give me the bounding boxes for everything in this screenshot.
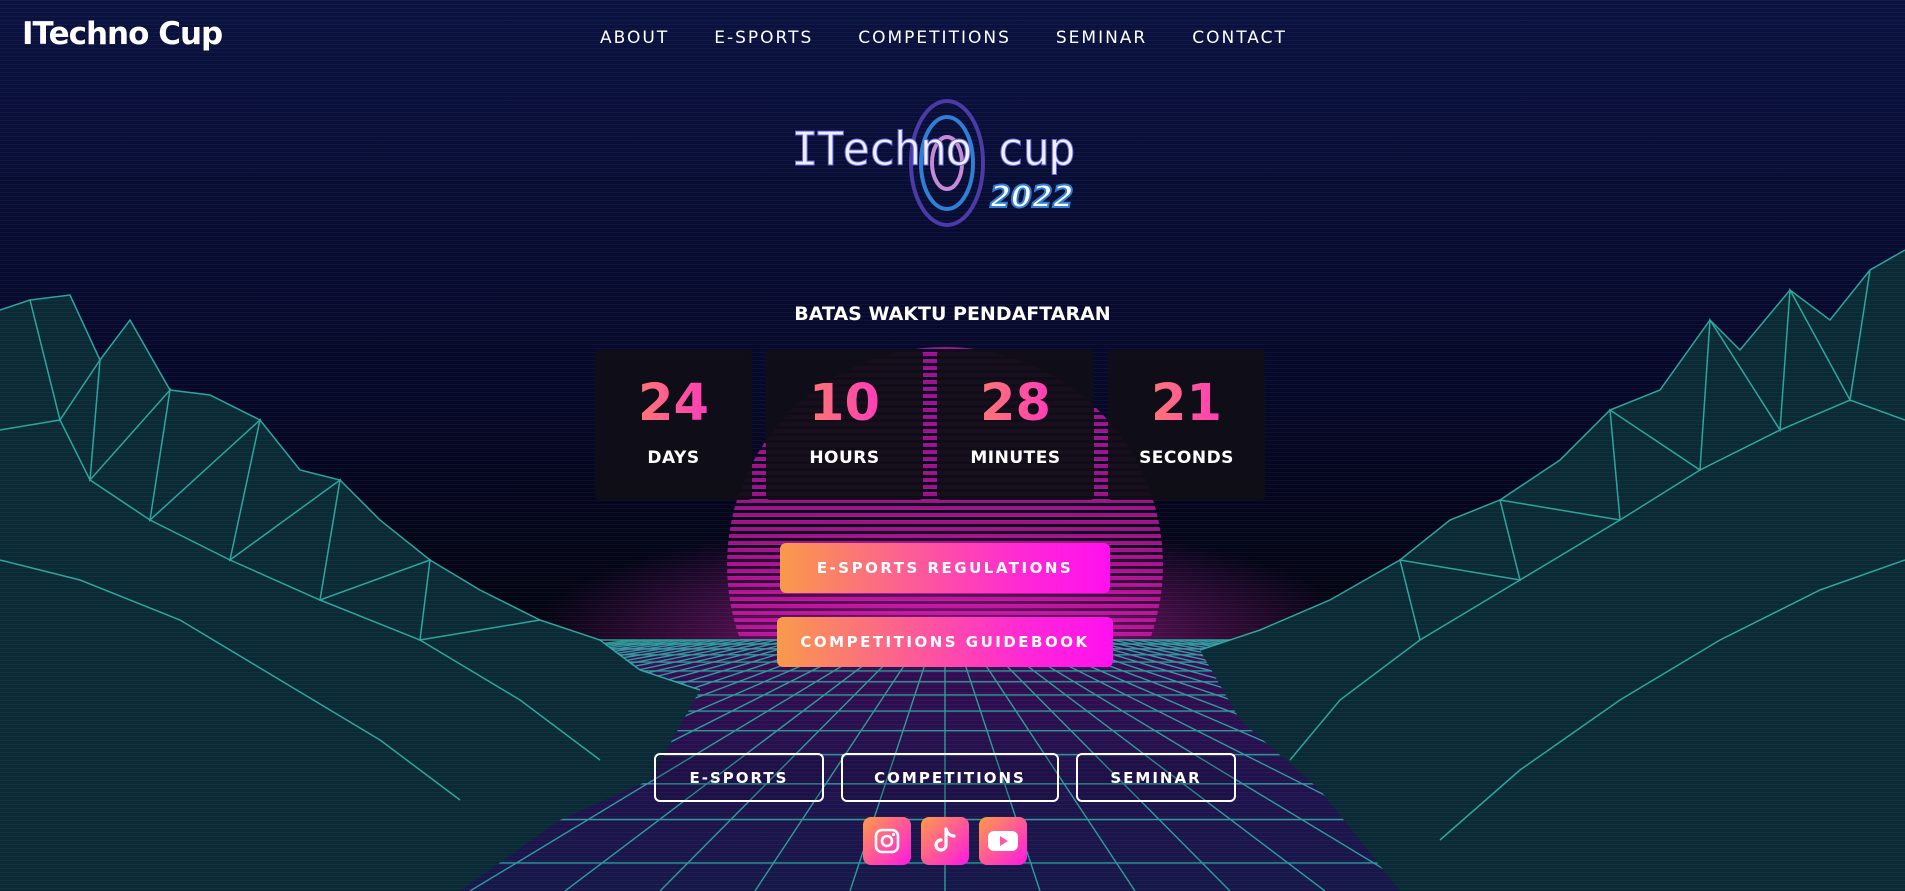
countdown-days: 24 DAYS [595,350,752,500]
brand-logo-text[interactable]: ITechno Cup [22,16,223,52]
main-nav: ABOUT E-SPORTS COMPETITIONS SEMINAR CONT… [600,28,1287,48]
nav-competitions[interactable]: COMPETITIONS [858,28,1011,48]
nav-contact[interactable]: CONTACT [1192,28,1287,48]
countdown-hours-value: 10 [766,374,923,434]
countdown-hours-label: HOURS [809,448,880,468]
youtube-link[interactable] [979,817,1027,865]
instagram-icon [874,828,900,854]
nav-esports[interactable]: E-SPORTS [714,28,813,48]
countdown-minutes-value: 28 [937,374,1094,434]
seminar-button[interactable]: SEMINAR [1076,753,1236,802]
countdown-seconds-value: 21 [1108,374,1265,434]
competitions-button[interactable]: COMPETITIONS [841,753,1059,802]
instagram-link[interactable] [863,817,911,865]
site-header: ITechno Cup ABOUT E-SPORTS COMPETITIONS … [0,0,1905,80]
tiktok-link[interactable] [921,817,969,865]
countdown-hours: 10 HOURS [766,350,923,500]
nav-about[interactable]: ABOUT [600,28,669,48]
nav-seminar[interactable]: SEMINAR [1056,28,1147,48]
registration-deadline-title: BATAS WAKTU PENDAFTARAN [794,303,1111,325]
esports-button[interactable]: E-SPORTS [654,753,824,802]
youtube-icon [988,831,1018,851]
countdown-days-label: DAYS [647,448,700,468]
esports-regulations-button[interactable]: E-SPORTS REGULATIONS [780,543,1110,593]
countdown-days-value: 24 [595,374,752,434]
logo-wordmark: ITechno cup [791,122,1074,176]
logo-year: 2022 [990,180,1074,215]
countdown-minutes-label: MINUTES [970,448,1061,468]
countdown-minutes: 28 MINUTES [937,350,1094,500]
countdown-seconds: 21 SECONDS [1108,350,1265,500]
itechnocup-2022-logo: ITechno cup 2022 [791,99,1076,227]
countdown-seconds-label: SECONDS [1139,448,1234,468]
tiktok-icon [934,827,956,852]
competitions-guidebook-button[interactable]: COMPETITIONS GUIDEBOOK [777,617,1113,667]
countdown-timer: 24 DAYS 10 HOURS 28 MINUTES 21 SECONDS [595,350,1265,500]
